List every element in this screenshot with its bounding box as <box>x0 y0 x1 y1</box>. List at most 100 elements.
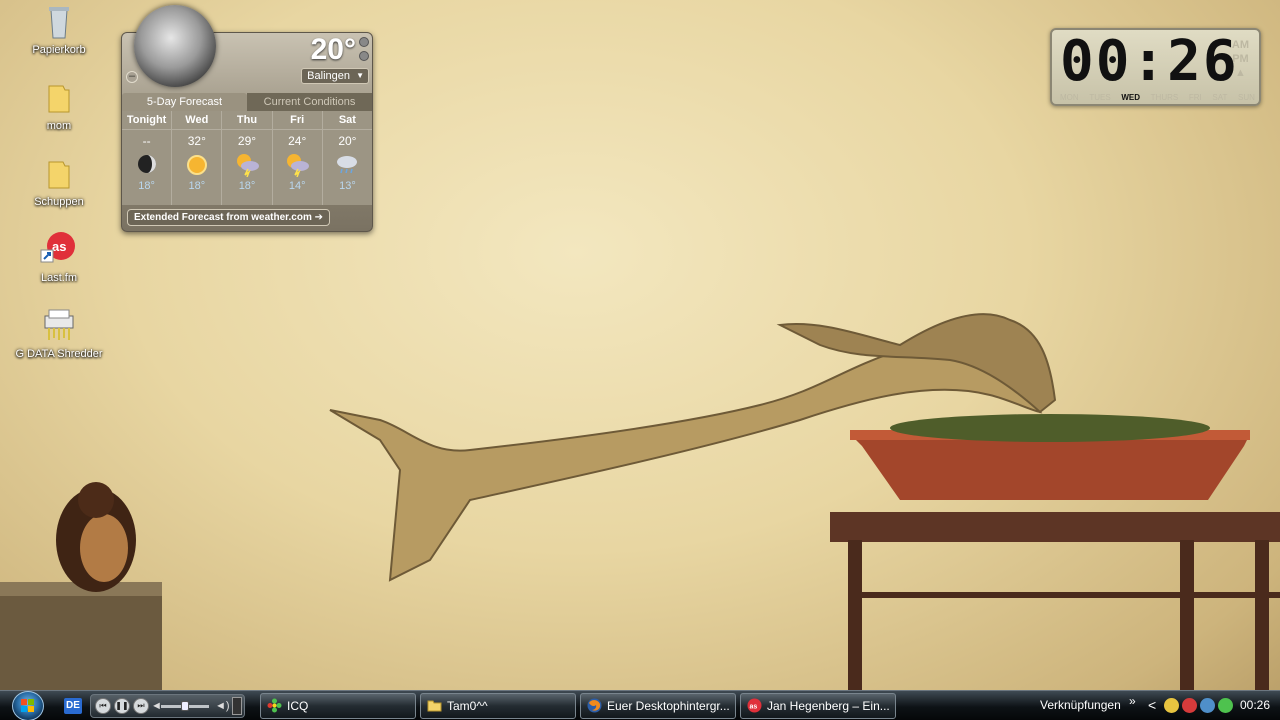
weekday-label: MON <box>1060 93 1079 102</box>
forecast-low: 14° <box>288 180 306 192</box>
weekday-label: SAT <box>1212 93 1228 102</box>
desktop-icon-lastfm[interactable]: as Last.fm <box>9 230 109 284</box>
desktop-icon-schuppen[interactable]: Schuppen <box>9 154 109 208</box>
forecast-day-name: Fri <box>272 111 322 130</box>
forecast-high: 29° <box>237 134 257 148</box>
forecast-day: Thu 29° 18° <box>222 111 273 205</box>
desktop-icon-mom[interactable]: mom <box>9 78 109 132</box>
weekday-label: TUES <box>1089 93 1111 102</box>
taskbar-button-label: Euer Desktophintergr... <box>607 699 730 713</box>
taskbar-button-label: Jan Hegenberg – Ein... <box>767 699 890 713</box>
forecast-day-name: Tonight <box>122 111 172 130</box>
pm-label: PM <box>1232 53 1249 65</box>
media-player-toolbar: ⏮ ❚❚ ⏭ ◄ ◄) <box>90 694 245 718</box>
moon-icon <box>134 5 216 87</box>
taskbar-button-lastfm[interactable]: as Jan Hegenberg – Ein... <box>740 693 896 719</box>
taskbar-button-label: ICQ <box>287 699 309 713</box>
windows-logo-icon <box>21 699 34 712</box>
forecast-low: 18° <box>238 180 256 192</box>
forecast-high: -- <box>142 134 151 148</box>
svg-text:as: as <box>750 704 758 711</box>
links-toolbar-label[interactable]: Verknüpfungen <box>1040 698 1121 712</box>
desktop-icon-gdata-shredder[interactable]: G DATA Shredder <box>9 306 109 360</box>
folder-icon <box>48 85 70 113</box>
show-hidden-icons-button[interactable]: < <box>1148 697 1156 713</box>
taskbar-button-folder[interactable]: Tam0^^ <box>420 693 576 719</box>
clock-gadget[interactable]: 00:26 AM PM ▲ MON TUES WED THURS FRI SAT… <box>1050 28 1261 106</box>
desktop-icon-label: Schuppen <box>34 196 84 208</box>
sunny-icon <box>186 155 207 175</box>
lastfm-icon: as <box>747 698 762 713</box>
forecast-high: 24° <box>288 134 307 148</box>
close-gadget-button[interactable] <box>359 37 369 47</box>
tab-current-conditions[interactable]: Current Conditions <box>247 93 372 111</box>
svg-text:as: as <box>52 239 66 254</box>
forecast-day: Wed 32° 18° <box>172 111 223 205</box>
thunderstorm-icon <box>287 154 310 177</box>
taskbar: DE ⏮ ❚❚ ⏭ ◄ ◄) ICQ Tam0^^ Euer Desktophi… <box>0 690 1280 720</box>
clock-time: 00:26 <box>1060 29 1239 94</box>
language-indicator[interactable]: DE <box>64 698 82 714</box>
forecast-day-name: Sat <box>322 111 373 130</box>
weekday-label: FRI <box>1188 93 1202 102</box>
taskbar-button-icq[interactable]: ICQ <box>260 693 416 719</box>
start-button[interactable] <box>12 691 44 720</box>
forecast-day: Tonight -- 18° <box>122 111 173 205</box>
next-track-button[interactable]: ⏭ <box>133 698 149 714</box>
weather-tabs: 5-Day Forecast Current Conditions <box>122 93 372 111</box>
rain-icon <box>337 156 358 174</box>
tray-icq-icon[interactable] <box>1218 698 1233 713</box>
current-temperature: 20° <box>310 33 356 66</box>
forecast-high: 32° <box>187 134 206 148</box>
desktop-icon-label: G DATA Shredder <box>15 348 103 360</box>
shredder-icon <box>44 309 74 340</box>
folder-icon <box>427 700 442 712</box>
am-pm-indicator: AM PM ▲ <box>1232 38 1249 80</box>
taskbar-button-firefox[interactable]: Euer Desktophintergr... <box>580 693 736 719</box>
tab-5-day-forecast[interactable]: 5-Day Forecast <box>122 93 247 111</box>
alarm-up-icon: ▲ <box>1235 67 1246 79</box>
forecast-low: 18° <box>188 180 206 192</box>
folder-icon <box>48 161 70 189</box>
tray-network-icon[interactable] <box>1200 698 1215 713</box>
taskbar-clock[interactable]: 00:26 <box>1240 698 1270 712</box>
night-moon-icon <box>137 155 156 173</box>
gadget-options-button[interactable] <box>359 51 369 61</box>
collapse-icon[interactable]: – <box>126 71 138 83</box>
desktop-icon-label: Papierkorb <box>32 44 86 56</box>
am-label: AM <box>1231 39 1249 51</box>
volume-slider-thumb[interactable] <box>181 701 189 711</box>
extended-forecast-link[interactable]: Extended Forecast from weather.com ➔ <box>127 209 330 226</box>
forecast-low: 18° <box>138 180 155 192</box>
volume-high-icon: ◄) <box>215 700 230 712</box>
desktop-icon-recycle-bin[interactable]: Papierkorb <box>9 2 109 56</box>
pause-button[interactable]: ❚❚ <box>114 698 130 714</box>
tray-security-icon[interactable] <box>1182 698 1197 713</box>
links-chevron-button[interactable]: » <box>1129 694 1136 708</box>
thunderstorm-icon <box>237 154 259 177</box>
desktop-icon-label: Last.fm <box>40 272 78 284</box>
city-label: Balingen <box>307 70 350 82</box>
weekday-label-active: WED <box>1121 93 1140 102</box>
forecast-high: 20° <box>338 134 357 148</box>
city-dropdown[interactable]: Balingen ▼ <box>301 68 369 84</box>
forecast-day-name: Wed <box>172 111 222 130</box>
firefox-icon <box>587 698 602 713</box>
taskbar-button-label: Tam0^^ <box>447 699 488 713</box>
restore-player-button[interactable] <box>232 697 242 715</box>
lastfm-icon: as <box>40 232 75 263</box>
tray-app-icon[interactable] <box>1164 698 1179 713</box>
recycle-bin-icon <box>49 7 69 39</box>
forecast-day-name: Thu <box>222 111 272 130</box>
forecast-day: Fri 24° 14° <box>272 111 323 205</box>
forecast-day: Sat 20° 13° <box>322 111 373 205</box>
desktop-icon-label: mom <box>46 120 72 132</box>
weather-gadget[interactable]: 20° Balingen ▼ – 5-Day Forecast Current … <box>121 5 373 232</box>
previous-track-button[interactable]: ⏮ <box>95 698 111 714</box>
chevron-down-icon: ▼ <box>356 71 364 80</box>
forecast-grid: Tonight -- 18° Wed 32° 18° Thu 29° 18° F… <box>122 111 373 205</box>
weekday-label: THURS <box>1150 93 1179 102</box>
clock-weekdays: MON TUES WED THURS FRI SAT SUN <box>1060 93 1255 102</box>
forecast-low: 13° <box>339 180 356 192</box>
weekday-label: SUN <box>1238 93 1255 102</box>
